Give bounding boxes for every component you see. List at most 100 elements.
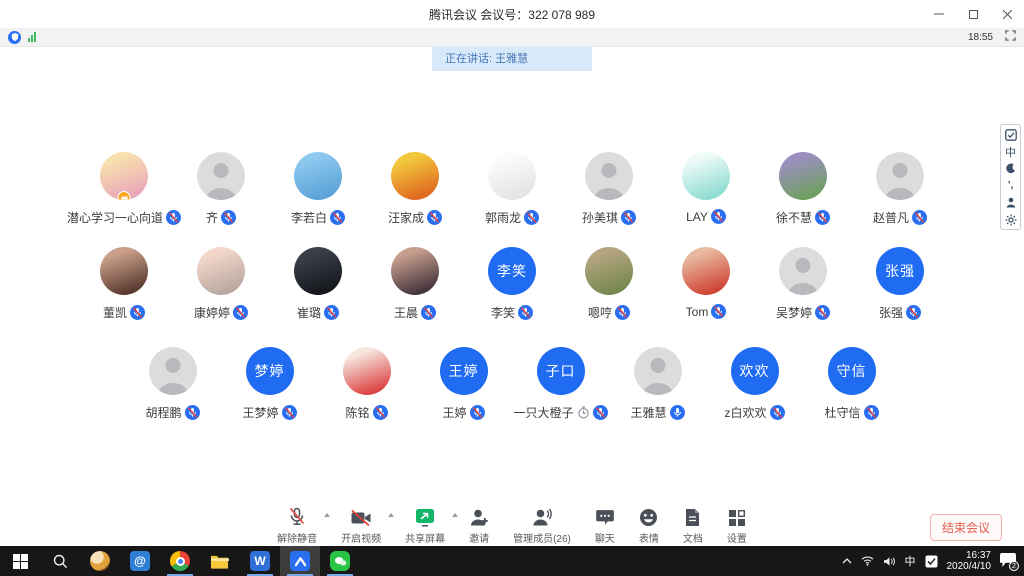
emoji-button[interactable]: 表情: [627, 506, 671, 545]
end-meeting-button[interactable]: 结束会议: [930, 514, 1002, 541]
share-screen-button[interactable]: 共享屏幕: [393, 506, 457, 545]
start-video-button[interactable]: 开启视频: [329, 506, 393, 545]
title-bar: 腾讯会议 会议号：322 078 989: [0, 0, 1024, 28]
volume-icon[interactable]: [883, 556, 896, 567]
participant-name: 郭雨龙: [485, 209, 521, 226]
invite-button[interactable]: 邀请: [457, 506, 501, 545]
taskbar-app-explorer[interactable]: [200, 546, 240, 576]
participant-tile[interactable]: 子口 一只大橙子: [512, 347, 609, 421]
default-avatar-icon: [634, 347, 682, 395]
participant-tile[interactable]: 董凯: [76, 247, 173, 321]
avatar: [488, 152, 536, 200]
mic-muted-badge-icon: [330, 210, 345, 225]
tencent-meeting-icon: [290, 551, 310, 571]
participant-tile[interactable]: 康婷婷: [173, 247, 270, 321]
network-signal-icon[interactable]: [28, 32, 36, 42]
maximize-button[interactable]: [956, 0, 990, 28]
participant-tile[interactable]: 李若白: [270, 152, 367, 226]
mic-muted-badge-icon: [815, 305, 830, 320]
minimize-button[interactable]: [922, 0, 956, 28]
search-icon: [53, 554, 68, 569]
chrome-icon: [170, 551, 190, 571]
wifi-icon[interactable]: [861, 556, 874, 566]
tray-security-icon[interactable]: [925, 555, 938, 568]
participant-tile[interactable]: 欢欢 z白欢欢: [706, 347, 803, 421]
start-button[interactable]: [0, 546, 40, 576]
participant-name: 李笑: [491, 304, 515, 321]
taskbar-app-caj[interactable]: @: [120, 546, 160, 576]
avatar: [779, 152, 827, 200]
participant-tile[interactable]: 潜心学习一心向道: [76, 152, 173, 226]
participant-name: 王婷: [442, 404, 466, 421]
taskbar-app-wps[interactable]: W: [240, 546, 280, 576]
participant-tile[interactable]: 张强 张强: [852, 247, 949, 321]
taskbar-clock[interactable]: 16:37 2020/4/10: [947, 550, 992, 572]
caj-app-icon: @: [130, 551, 150, 571]
avatar: [197, 152, 245, 200]
taskbar-time: 16:37: [947, 550, 992, 561]
taskbar-app-tencent-meeting[interactable]: [280, 546, 320, 576]
participant-tile[interactable]: 王婷 王婷: [415, 347, 512, 421]
participant-tile[interactable]: 守信 杜守信: [803, 347, 900, 421]
participant-tile[interactable]: 胡程鹏: [124, 347, 221, 421]
participant-tile[interactable]: 嗯哼: [561, 247, 658, 321]
ime-fullwidth-moon-icon[interactable]: [1003, 162, 1018, 175]
avatar: [585, 247, 633, 295]
docs-button[interactable]: 文档: [671, 506, 715, 545]
taskbar-app-chrome[interactable]: [160, 546, 200, 576]
participant-name: 康婷婷: [194, 304, 230, 321]
participant-tile[interactable]: 孙美琪: [561, 152, 658, 226]
file-explorer-icon: [210, 553, 230, 570]
avatar: [585, 152, 633, 200]
participant-name: LAY: [686, 210, 708, 224]
action-center-icon[interactable]: 2: [1000, 553, 1016, 569]
close-button[interactable]: [990, 0, 1024, 28]
participant-tile[interactable]: 梦婷 王梦婷: [221, 347, 318, 421]
participant-tile[interactable]: 陈铭: [318, 347, 415, 421]
taskbar-search-button[interactable]: [40, 546, 80, 576]
windows-logo-icon: [13, 554, 28, 569]
meeting-status-bar: 18:55: [0, 28, 1024, 47]
manage-members-button[interactable]: 管理成员(26): [501, 506, 583, 545]
chat-icon: [595, 506, 615, 527]
fullscreen-icon[interactable]: [1005, 28, 1016, 46]
participant-tile[interactable]: Tom: [658, 247, 755, 321]
ime-logo-icon[interactable]: [1003, 128, 1018, 141]
mic-muted-badge-icon: [621, 210, 636, 225]
chat-button[interactable]: 聊天: [583, 506, 627, 545]
default-avatar-icon: [585, 152, 633, 200]
mic-muted-badge-icon: [711, 304, 726, 319]
security-shield-icon[interactable]: [8, 31, 21, 44]
taskbar-app-wechat[interactable]: [320, 546, 360, 576]
input-language-indicator[interactable]: 中: [905, 553, 916, 569]
ime-settings-icon[interactable]: [1003, 213, 1018, 226]
participant-tile[interactable]: 王晨: [367, 247, 464, 321]
mic-muted-badge-icon: [906, 305, 921, 320]
mic-muted-badge-icon: [864, 405, 879, 420]
participant-tile[interactable]: 齐: [173, 152, 270, 226]
ime-lang-toggle[interactable]: 中: [1003, 145, 1018, 158]
settings-button[interactable]: 设置: [715, 506, 759, 545]
participant-tile[interactable]: 赵普凡: [852, 152, 949, 226]
mic-on-badge-icon: [670, 405, 685, 420]
avatar: 张强: [876, 247, 924, 295]
avatar: [149, 347, 197, 395]
participant-tile[interactable]: LAY: [658, 152, 755, 226]
participant-tile[interactable]: 徐不慧: [755, 152, 852, 226]
taskbar-app-duck[interactable]: [80, 546, 120, 576]
ime-virtual-keyboard-icon[interactable]: [1003, 196, 1018, 209]
participant-tile[interactable]: 崔璐: [270, 247, 367, 321]
docs-icon: [684, 506, 701, 527]
tray-expand-icon[interactable]: [842, 558, 852, 564]
participant-tile[interactable]: 吴梦婷: [755, 247, 852, 321]
default-avatar-icon: [876, 152, 924, 200]
participant-tile[interactable]: 郭雨龙: [464, 152, 561, 226]
participant-tile[interactable]: 李笑 李笑: [464, 247, 561, 321]
avatar: 梦婷: [246, 347, 294, 395]
participant-tile[interactable]: 汪家成: [367, 152, 464, 226]
ime-punctuation-icon[interactable]: ’,: [1003, 179, 1018, 192]
unmute-button[interactable]: 解除静音: [265, 506, 329, 545]
mic-muted-badge-icon: [185, 405, 200, 420]
participant-tile[interactable]: 王雅慧: [609, 347, 706, 421]
mic-muted-badge-icon: [518, 305, 533, 320]
